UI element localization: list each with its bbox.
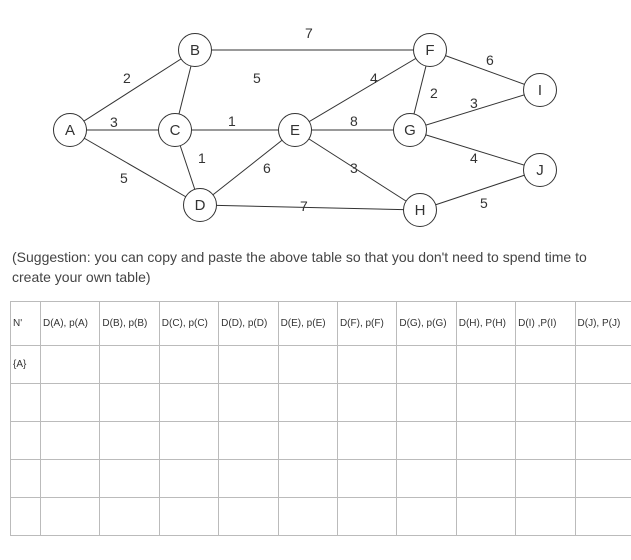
node-label: B [190,42,200,59]
node-a: A [53,113,87,147]
node-b: B [178,33,212,67]
weight-cd: 1 [198,150,206,166]
node-h: H [403,193,437,227]
table-row [11,422,631,460]
node-label: I [538,82,542,99]
graph-diagram: A B C D E F G H I J 2 3 5 5 7 1 1 6 7 4 … [10,10,620,240]
node-e: E [278,113,312,147]
cell-nprime: {A} [11,346,41,384]
node-label: E [290,122,300,139]
col-f: D(F), p(F) [337,302,396,346]
weight-dh: 7 [300,198,308,214]
table-row: {A} [11,346,631,384]
col-d: D(D), p(D) [219,302,278,346]
col-i: D(I) ,P(I) [516,302,575,346]
col-c: D(C), p(C) [159,302,218,346]
node-label: J [536,162,544,179]
node-label: C [170,122,181,139]
weight-eh: 3 [350,160,358,176]
col-g: D(G), p(G) [397,302,456,346]
node-label: F [425,42,434,59]
weight-ac: 3 [110,114,118,130]
col-e: D(E), p(E) [278,302,337,346]
dijkstra-table: N' D(A), p(A) D(B), p(B) D(C), p(C) D(D)… [10,301,631,536]
table-row [11,460,631,498]
node-label: A [65,122,75,139]
table-header-row: N' D(A), p(A) D(B), p(B) D(C), p(C) D(D)… [11,302,631,346]
weight-bf: 7 [305,25,313,41]
node-label: G [404,122,416,139]
node-g: G [393,113,427,147]
node-f: F [413,33,447,67]
node-j: J [523,153,557,187]
table-row [11,384,631,422]
col-b: D(B), p(B) [100,302,159,346]
weight-eg: 8 [350,113,358,129]
cell-nprime [11,498,41,536]
node-label: H [415,202,426,219]
weight-fi: 6 [486,52,494,68]
weight-ce: 1 [228,113,236,129]
weight-hj: 5 [480,195,488,211]
suggestion-text: (Suggestion: you can copy and paste the … [12,248,619,287]
weight-ad: 5 [120,170,128,186]
weight-de: 6 [263,160,271,176]
node-c: C [158,113,192,147]
col-nprime: N' [11,302,41,346]
cell-nprime [11,384,41,422]
table-row [11,498,631,536]
weight-bc: 5 [253,70,261,86]
weight-ef: 4 [370,70,378,86]
col-h: D(H), P(H) [456,302,515,346]
graph-edges [10,10,620,240]
weight-ab: 2 [123,70,131,86]
node-d: D [183,188,217,222]
col-a: D(A), p(A) [41,302,100,346]
weight-gi: 3 [470,95,478,111]
cell-nprime [11,460,41,498]
cell-nprime [11,422,41,460]
col-j: D(J), P(J) [575,302,631,346]
node-i: I [523,73,557,107]
weight-fg: 2 [430,85,438,101]
node-label: D [195,197,206,214]
weight-gj: 4 [470,150,478,166]
